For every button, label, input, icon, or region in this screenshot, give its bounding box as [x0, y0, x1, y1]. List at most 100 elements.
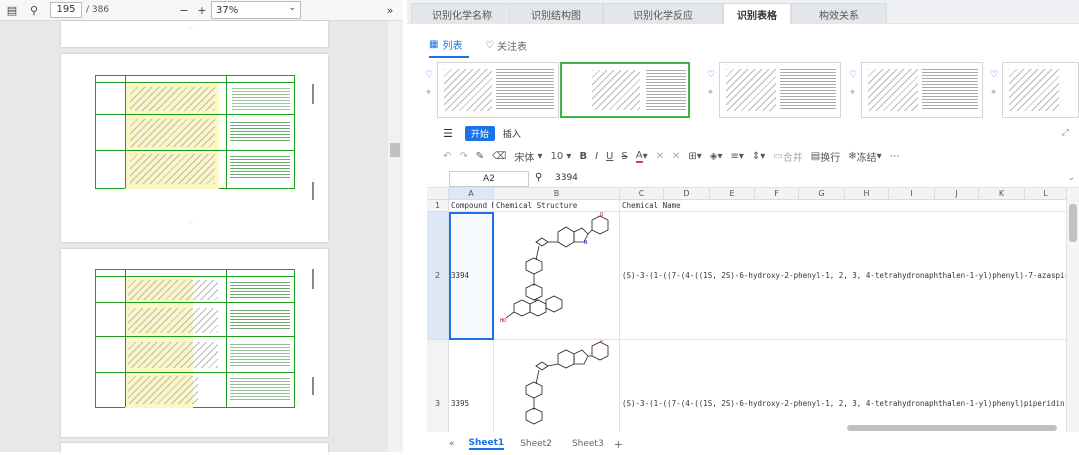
sheet-tab-1[interactable]: Sheet1 — [468, 438, 505, 450]
ribbon-tab-start[interactable]: 开始 — [464, 125, 495, 141]
col-header-i[interactable]: I — [889, 188, 935, 200]
pdf-table — [95, 269, 295, 408]
cell-grid: A B C D E F G H I J K L 1 Compound No. C… — [427, 188, 1067, 432]
formula-input[interactable]: 3394 — [555, 173, 578, 183]
col-header-f[interactable]: F — [755, 188, 799, 200]
tab-table[interactable]: 识别表格 — [723, 3, 791, 24]
cell-c2[interactable]: (S)-3-(1-((7-(4-((1S, 2S)-6-hydroxy-2-ph… — [620, 212, 1067, 340]
cell-a1[interactable]: Compound No. — [449, 200, 494, 212]
zoom-value: 37% — [216, 4, 239, 16]
col-header-g[interactable]: G — [799, 188, 845, 200]
spreadsheet: ☰ 开始 插入 ⤢ ↶ ↷ ✎ ⌫ 宋体 ▾ 10 ▾ B I U S A ▾ ✕… — [427, 124, 1079, 452]
table-thumbnail[interactable] — [861, 62, 983, 118]
merge-button[interactable]: ▭ 合并 — [773, 149, 802, 164]
subtabs: ▦ 列表 ♡ 关注表 — [407, 32, 1079, 58]
row-header[interactable]: 1 — [427, 200, 449, 212]
pdf-page: ⋯ — [61, 54, 328, 242]
table-thumbnail[interactable] — [1002, 62, 1079, 118]
subtab-favorites[interactable]: ♡ 关注表 — [485, 32, 545, 58]
col-header-b[interactable]: B — [494, 188, 620, 200]
col-header-l[interactable]: L — [1025, 188, 1067, 200]
clear-icon[interactable]: ✕ — [672, 151, 680, 162]
chemical-structure-image: O N HO — [500, 212, 609, 324]
sheet-tab-2[interactable]: Sheet2 — [520, 439, 552, 449]
strike-button[interactable]: S — [621, 151, 627, 162]
sheet-horizontal-scrollbar[interactable] — [847, 424, 1067, 432]
format-painter-icon[interactable]: ✎ — [476, 151, 484, 162]
ribbon-tab-insert[interactable]: 插入 — [503, 127, 521, 140]
name-box[interactable]: A2 — [449, 171, 529, 187]
eraser-icon[interactable]: ⌫ — [492, 151, 506, 162]
tab-chemical-name[interactable]: 识别化学名称 — [411, 3, 513, 24]
heart-icon[interactable]: ♡ — [849, 70, 857, 80]
double-chevron-left-icon[interactable]: « — [449, 439, 455, 449]
sheet-vertical-scrollbar[interactable] — [1067, 188, 1079, 432]
expand-icon[interactable]: ⤢ — [1062, 128, 1069, 138]
pdf-page — [61, 443, 328, 455]
cell-b2-structure[interactable]: O N HO — [494, 212, 620, 340]
col-header-h[interactable]: H — [845, 188, 889, 200]
chevron-down-icon[interactable]: ⌄ — [1067, 173, 1075, 183]
pdf-table — [95, 75, 295, 189]
border-icon[interactable]: ⊞▾ — [688, 151, 701, 162]
table-thumbnail[interactable] — [719, 62, 841, 118]
cell-c1[interactable]: Chemical Name — [620, 200, 1067, 212]
double-chevron-right-icon[interactable]: » — [382, 2, 398, 18]
redo-icon[interactable]: ↷ — [459, 151, 467, 162]
svg-text:HO: HO — [500, 318, 506, 324]
menu-icon[interactable]: ☰ — [443, 127, 453, 140]
freeze-button[interactable]: ❄ 冻结 ▾ — [848, 149, 881, 164]
clear-format-icon[interactable]: ✕ — [656, 151, 664, 162]
plus-icon[interactable]: + — [194, 2, 210, 18]
fill-color-icon[interactable]: ◈▾ — [710, 151, 723, 162]
underline-button[interactable]: U — [606, 151, 613, 162]
page-number-input[interactable]: 195 — [50, 2, 82, 18]
bold-button[interactable]: B — [579, 151, 587, 162]
main-tabs: 识别化学名称 识别结构图 识别化学反应 识别表格 构效关系 — [407, 0, 1079, 24]
cell-b1[interactable]: Chemical Structure — [494, 200, 620, 212]
heart-icon[interactable]: ♡ — [425, 70, 433, 80]
minus-icon[interactable]: − — [176, 2, 192, 18]
cell-c3[interactable]: (S)-3-(1-((7-(4-((1S, 2S)-6-hydroxy-2-ph… — [620, 340, 1067, 432]
table-thumbnail-selected[interactable] — [560, 62, 690, 118]
sheet-tabs: « Sheet1 Sheet2 Sheet3 + — [427, 436, 1079, 452]
zoom-select[interactable]: 37% ⌄ — [211, 1, 301, 19]
row-header[interactable]: 3 — [427, 340, 449, 432]
col-header-d[interactable]: D — [664, 188, 710, 200]
tab-structure[interactable]: 识别结构图 — [509, 3, 603, 24]
tab-reaction[interactable]: 识别化学反应 — [603, 3, 723, 24]
svg-text:O: O — [600, 212, 603, 218]
tab-sar[interactable]: 构效关系 — [791, 3, 887, 24]
table-thumbnail[interactable] — [437, 62, 559, 118]
subtab-list[interactable]: ▦ 列表 — [429, 32, 469, 58]
col-header-j[interactable]: J — [935, 188, 979, 200]
col-header-a[interactable]: A — [449, 188, 494, 200]
sidebar-icon[interactable]: ▤ — [4, 2, 20, 18]
chemical-structure-image: O — [525, 340, 609, 425]
selected-cell — [449, 212, 494, 340]
sheet-tab-3[interactable]: Sheet3 — [572, 439, 604, 449]
undo-icon[interactable]: ↶ — [443, 151, 451, 162]
pdf-scrollbar[interactable] — [388, 21, 403, 452]
more-icon[interactable]: ⋯ — [890, 151, 900, 162]
pin-icon: ⌖ — [991, 88, 997, 98]
cell-a3[interactable]: 3395 — [449, 340, 494, 432]
heart-icon[interactable]: ♡ — [707, 70, 715, 80]
ribbon-tabs: ☰ 开始 插入 ⤢ — [427, 124, 1079, 142]
col-header-e[interactable]: E — [710, 188, 755, 200]
valign-icon[interactable]: ⇕▾ — [752, 151, 765, 162]
search-icon[interactable]: ⚲ — [26, 2, 42, 18]
heart-icon[interactable]: ♡ — [990, 70, 998, 80]
cell-b3-structure[interactable]: O — [494, 340, 620, 432]
svg-text:N: N — [584, 240, 587, 246]
row-header[interactable]: 2 — [427, 212, 449, 340]
font-family-select[interactable]: 宋体 ▾ — [514, 149, 542, 164]
italic-button[interactable]: I — [595, 151, 598, 162]
add-sheet-icon[interactable]: + — [614, 438, 623, 451]
font-size-select[interactable]: 10 ▾ — [551, 151, 572, 162]
col-header-k[interactable]: K — [979, 188, 1025, 200]
font-color-button[interactable]: A ▾ — [635, 150, 648, 163]
col-header-c[interactable]: C — [620, 188, 664, 200]
align-icon[interactable]: ≡▾ — [731, 151, 744, 162]
wrap-button[interactable]: ▤ 换行 — [811, 149, 840, 164]
